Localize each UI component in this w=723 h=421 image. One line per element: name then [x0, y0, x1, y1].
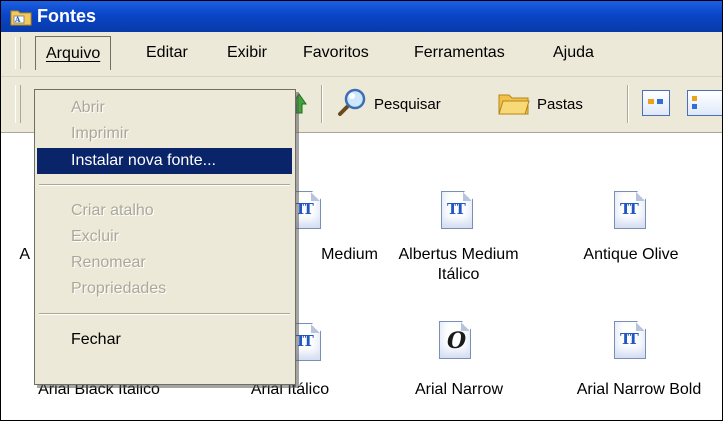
file-item-label[interactable]: Arial Narrow: [394, 380, 524, 400]
folders-icon: [497, 87, 531, 121]
menu-item-propriedades[interactable]: Propriedades: [37, 276, 292, 302]
fonts-window: A Fontes Arquivo Editar Exibir Favoritos…: [0, 0, 723, 421]
menubar-grip[interactable]: [15, 37, 21, 69]
menu-exibir[interactable]: Exibir: [227, 44, 267, 62]
menu-ferramentas[interactable]: Ferramentas: [414, 44, 505, 62]
folders-button[interactable]: Pastas: [497, 87, 583, 121]
title-bar[interactable]: A Fontes: [1, 1, 722, 32]
file-item-label[interactable]: Antique Olive: [556, 245, 706, 265]
toolbar-separator: [321, 85, 323, 123]
menu-item-criar-atalho[interactable]: Criar atalho: [37, 198, 292, 224]
window-title: Fontes: [37, 6, 97, 26]
views-icon: [648, 99, 663, 104]
folders-label: Pastas: [537, 95, 583, 113]
menu-separator: [39, 184, 290, 186]
menu-item-abrir[interactable]: Abrir: [37, 95, 292, 121]
menu-editar[interactable]: Editar: [146, 44, 188, 62]
toolbar-separator: [627, 85, 629, 123]
folder-icon: A: [10, 8, 32, 31]
menu-item-fechar[interactable]: Fechar: [37, 327, 292, 353]
opentype-font-icon[interactable]: O: [439, 321, 473, 361]
thumbnails-icon: [692, 96, 697, 109]
search-label: Pesquisar: [374, 95, 441, 113]
truetype-font-icon[interactable]: TT: [441, 191, 475, 231]
truetype-font-icon[interactable]: TT: [614, 321, 648, 361]
file-item-label[interactable]: A: [1, 245, 30, 265]
file-item-label[interactable]: Arial Narrow Bold: [559, 380, 719, 400]
menu-ajuda[interactable]: Ajuda: [553, 44, 594, 62]
svg-text:A: A: [14, 15, 21, 24]
menu-item-imprimir[interactable]: Imprimir: [37, 121, 292, 147]
truetype-font-icon[interactable]: TT: [614, 191, 648, 231]
views-button[interactable]: [642, 90, 670, 116]
toolbar-grip[interactable]: [15, 85, 21, 123]
menu-favoritos[interactable]: Favoritos: [303, 44, 369, 62]
arquivo-dropdown-menu: Abrir Imprimir Instalar nova fonte... Cr…: [34, 89, 296, 385]
search-icon: [336, 86, 368, 122]
menu-item-renomear[interactable]: Renomear: [37, 250, 292, 276]
views-button-2[interactable]: [687, 90, 722, 116]
menu-item-excluir[interactable]: Excluir: [37, 224, 292, 250]
menu-separator: [39, 313, 290, 315]
search-button[interactable]: Pesquisar: [336, 87, 441, 121]
file-item-label[interactable]: Albertus Medium Itálico: [381, 245, 536, 285]
menu-arquivo[interactable]: Arquivo: [35, 36, 112, 70]
menu-item-instalar-nova-fonte[interactable]: Instalar nova fonte...: [37, 148, 292, 174]
menu-bar: Arquivo Editar Exibir Favoritos Ferramen…: [1, 32, 722, 77]
